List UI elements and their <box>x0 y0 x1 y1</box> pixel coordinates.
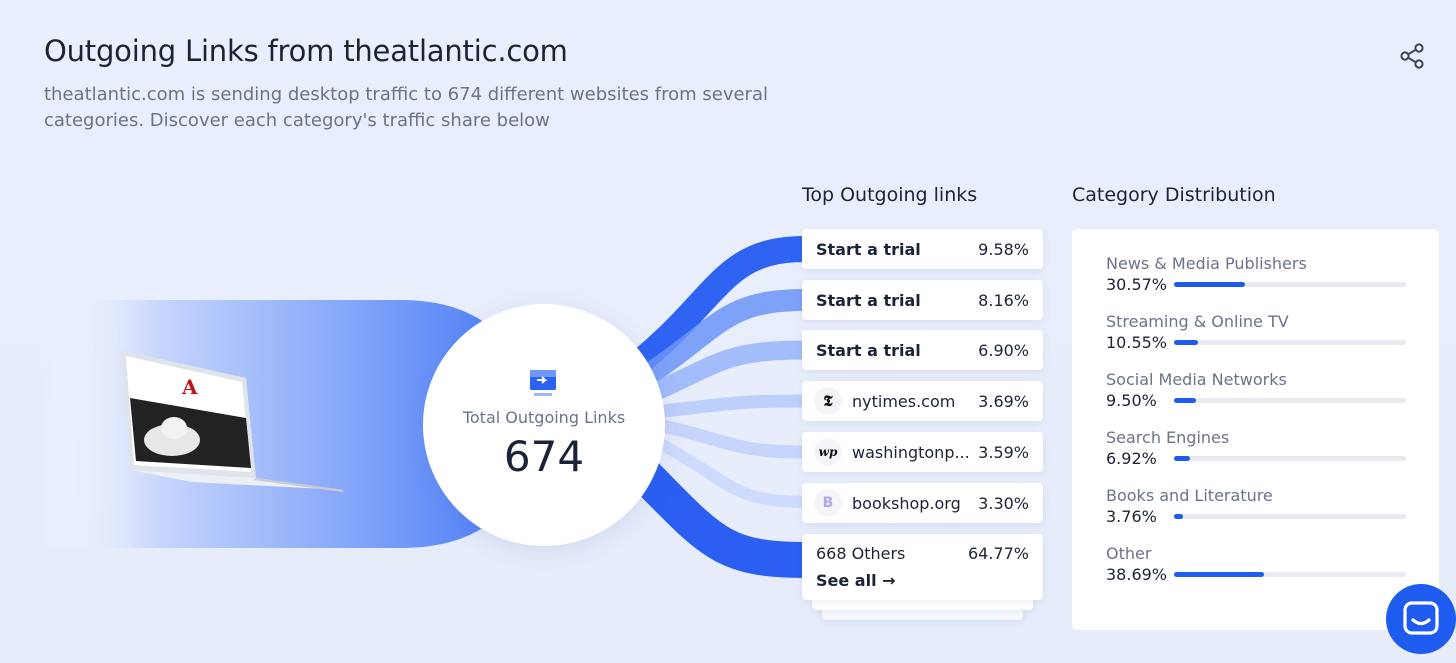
category-share: 6.92% <box>1106 449 1157 468</box>
category-item: Other 38.69% <box>1106 544 1406 584</box>
category-bar-fill <box>1174 514 1183 519</box>
top-links-title: Top Outgoing links <box>802 184 978 206</box>
top-link-label: Start a trial <box>816 239 921 259</box>
outgoing-link-icon <box>530 370 556 396</box>
top-link-row[interactable]: Start a trial 8.16% <box>802 280 1043 320</box>
category-bar-track <box>1174 282 1406 287</box>
others-share: 64.77% <box>967 544 1029 563</box>
category-name: Social Media Networks <box>1106 370 1287 389</box>
top-link-share: 3.30% <box>978 493 1029 513</box>
category-share: 9.50% <box>1106 391 1157 410</box>
category-bar-fill <box>1174 282 1245 287</box>
total-links-label: Total Outgoing Links <box>462 408 626 427</box>
category-share: 3.76% <box>1106 507 1157 526</box>
svg-text:A: A <box>181 375 198 399</box>
top-link-share: 6.90% <box>978 340 1029 360</box>
top-link-row[interactable]: 𝕿 nytimes.com 3.69% <box>802 381 1043 421</box>
top-link-label: washingtonp... <box>852 442 970 462</box>
top-link-row[interactable]: B bookshop.org 3.30% <box>802 483 1043 523</box>
category-name: Books and Literature <box>1106 486 1273 505</box>
top-link-share: 8.16% <box>978 290 1029 310</box>
category-bar-fill <box>1174 572 1264 577</box>
top-link-share: 9.58% <box>978 239 1029 259</box>
others-label: 668 Others <box>816 544 906 563</box>
top-link-row[interactable]: Start a trial 6.90% <box>802 330 1043 370</box>
top-link-label: bookshop.org <box>852 493 961 513</box>
top-link-label: Start a trial <box>816 340 921 360</box>
category-item: Books and Literature 3.76% <box>1106 486 1406 526</box>
laptop-illustration: A <box>120 350 344 492</box>
category-name: Other <box>1106 544 1152 563</box>
top-link-share: 3.59% <box>978 442 1029 462</box>
top-link-label: Start a trial <box>816 290 921 310</box>
category-bar-fill <box>1174 456 1191 461</box>
top-link-share: 3.69% <box>978 391 1029 411</box>
category-item: News & Media Publishers 30.57% <box>1106 254 1406 294</box>
category-item: Search Engines 6.92% <box>1106 428 1406 468</box>
category-share: 30.57% <box>1106 275 1168 294</box>
category-item: Social Media Networks 9.50% <box>1106 370 1406 410</box>
category-share: 38.69% <box>1106 565 1168 584</box>
top-link-row[interactable]: Start a trial 9.58% <box>802 229 1043 269</box>
see-all-link[interactable]: See all → <box>816 571 896 590</box>
total-links-value: 674 <box>503 432 585 481</box>
category-bar-fill <box>1174 398 1197 403</box>
category-name: News & Media Publishers <box>1106 254 1307 273</box>
flow-band-4 <box>653 394 806 419</box>
others-card: 668 Others 64.77% See all → <box>802 534 1043 600</box>
category-bar-fill <box>1174 340 1199 345</box>
nytimes-icon: 𝕿 <box>814 387 842 415</box>
bookshop-icon: B <box>814 489 842 517</box>
category-bar-track <box>1174 572 1406 577</box>
category-name: Search Engines <box>1106 428 1230 447</box>
category-item: Streaming & Online TV 10.55% <box>1106 312 1406 352</box>
chat-icon <box>1403 601 1439 635</box>
top-link-label: nytimes.com <box>852 391 956 411</box>
chat-support-button[interactable] <box>1386 584 1456 654</box>
category-bar-track <box>1174 340 1406 345</box>
category-bar-track <box>1174 398 1406 403</box>
top-link-row[interactable]: wp washingtonp... 3.59% <box>802 432 1043 472</box>
category-bar-track <box>1174 514 1406 519</box>
category-distribution-title: Category Distribution <box>1072 184 1276 206</box>
category-name: Streaming & Online TV <box>1106 312 1289 331</box>
washingtonpost-icon: wp <box>814 438 842 466</box>
category-bar-track <box>1174 456 1406 461</box>
category-share: 10.55% <box>1106 333 1168 352</box>
